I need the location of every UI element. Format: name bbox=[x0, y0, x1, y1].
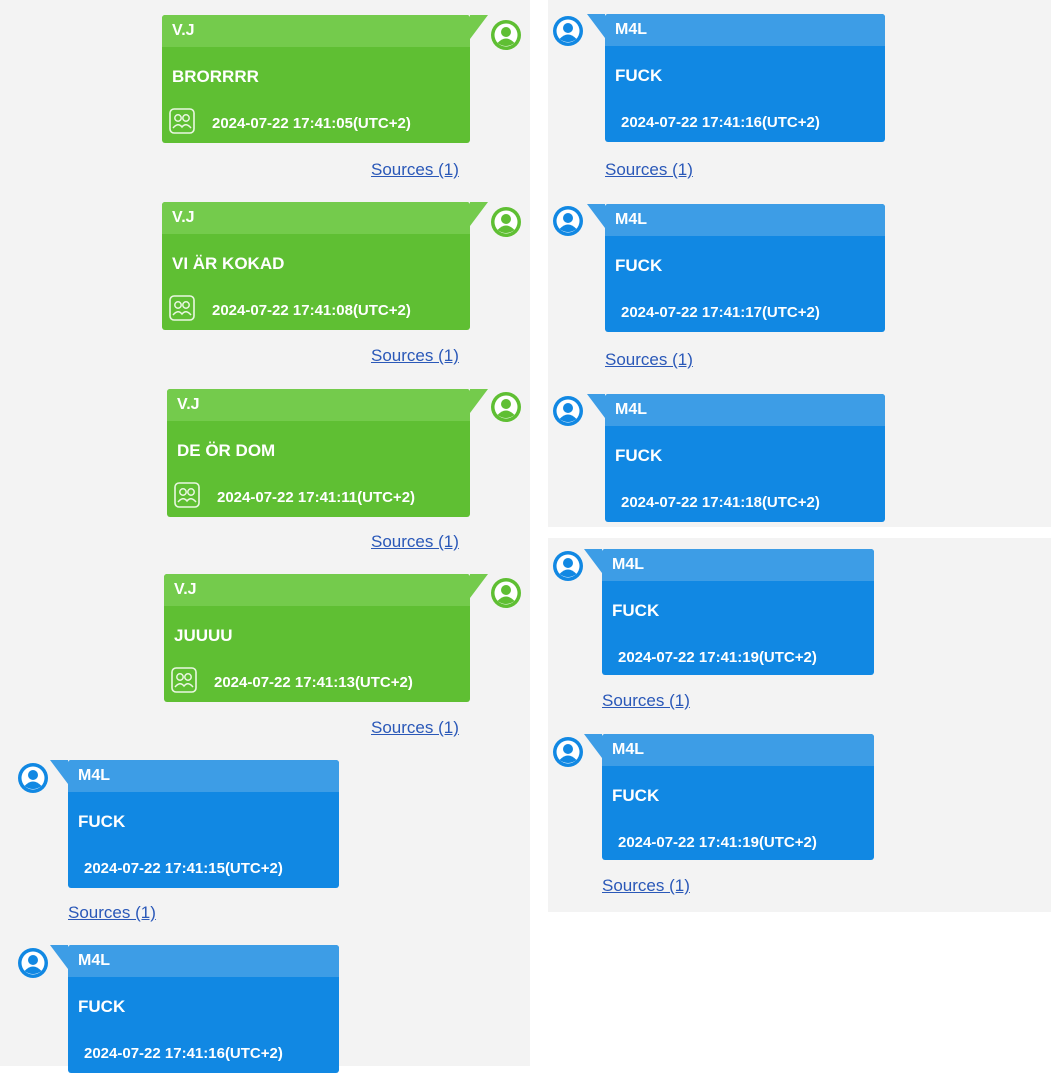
sources-link[interactable]: Sources (1) bbox=[371, 346, 459, 366]
message-timestamp: 2024-07-22 17:41:05(UTC+2) bbox=[212, 115, 411, 132]
user-avatar-icon bbox=[489, 576, 523, 610]
message-bubble-incoming: M4L FUCK 2024-07-22 17:41:16(UTC+2) bbox=[587, 14, 885, 142]
message-bubble-incoming: M4L FUCK 2024-07-22 17:41:15(UTC+2) bbox=[50, 760, 339, 888]
message-timestamp: 2024-07-22 17:41:17(UTC+2) bbox=[621, 304, 820, 321]
message-bubble-outgoing: V.J VI ÄR KOKAD 2024-07-22 17:41:08(UTC+… bbox=[162, 202, 488, 330]
sources-link[interactable]: Sources (1) bbox=[371, 532, 459, 552]
message-bubble-incoming: M4L FUCK 2024-07-22 17:41:16(UTC+2) bbox=[50, 945, 339, 1073]
message-text: FUCK bbox=[615, 256, 663, 275]
message-sender: M4L bbox=[602, 549, 874, 581]
message-bubble-incoming: M4L FUCK 2024-07-22 17:41:19(UTC+2) bbox=[584, 549, 874, 675]
user-avatar-icon bbox=[551, 204, 585, 238]
message-bubble-outgoing: V.J JUUUU 2024-07-22 17:41:13(UTC+2) bbox=[164, 574, 488, 702]
user-avatar-icon bbox=[551, 549, 585, 583]
group-icon bbox=[174, 482, 200, 508]
message-sender: V.J bbox=[167, 389, 470, 421]
message-bubble-outgoing: V.J DE ÖR DOM 2024-07-22 17:41:11(UTC+2) bbox=[167, 389, 488, 517]
message-text: FUCK bbox=[615, 446, 663, 465]
message-timestamp: 2024-07-22 17:41:19(UTC+2) bbox=[618, 649, 817, 666]
bubble-tail bbox=[584, 549, 602, 573]
bubble-tail bbox=[50, 945, 68, 969]
sources-link[interactable]: Sources (1) bbox=[602, 691, 690, 711]
message-text: FUCK bbox=[612, 601, 660, 620]
message-sender: M4L bbox=[68, 945, 339, 977]
bubble-tail bbox=[470, 15, 488, 39]
user-avatar-icon bbox=[16, 761, 50, 795]
bubble-tail bbox=[470, 202, 488, 226]
message-timestamp: 2024-07-22 17:41:13(UTC+2) bbox=[214, 674, 413, 691]
message-timestamp: 2024-07-22 17:41:16(UTC+2) bbox=[84, 1045, 283, 1062]
user-avatar-icon bbox=[551, 735, 585, 769]
bubble-tail bbox=[50, 760, 68, 784]
bubble-tail bbox=[587, 204, 605, 228]
message-bubble-outgoing: V.J BRORRRR 2024-07-22 17:41:05(UTC+2) bbox=[162, 15, 488, 143]
message-sender: V.J bbox=[164, 574, 470, 606]
user-avatar-icon bbox=[489, 205, 523, 239]
message-sender: V.J bbox=[162, 15, 470, 47]
message-timestamp: 2024-07-22 17:41:16(UTC+2) bbox=[621, 114, 820, 131]
sources-link[interactable]: Sources (1) bbox=[602, 876, 690, 896]
message-sender: M4L bbox=[605, 14, 885, 46]
message-bubble-incoming: M4L FUCK 2024-07-22 17:41:18(UTC+2) bbox=[587, 394, 885, 522]
user-avatar-icon bbox=[489, 390, 523, 424]
message-text: BRORRRR bbox=[172, 67, 259, 86]
message-sender: M4L bbox=[605, 204, 885, 236]
message-timestamp: 2024-07-22 17:41:19(UTC+2) bbox=[618, 834, 817, 851]
sources-link[interactable]: Sources (1) bbox=[371, 160, 459, 180]
message-sender: M4L bbox=[68, 760, 339, 792]
conversation-panel-right-bottom: M4L FUCK 2024-07-22 17:41:19(UTC+2) Sour… bbox=[548, 538, 1051, 912]
message-text: FUCK bbox=[78, 812, 126, 831]
sources-link[interactable]: Sources (1) bbox=[371, 718, 459, 738]
conversation-panel-left: V.J BRORRRR 2024-07-22 17:41:05(UTC+2) S… bbox=[0, 0, 530, 1073]
bubble-tail bbox=[584, 734, 602, 758]
message-sender: M4L bbox=[605, 394, 885, 426]
message-text: FUCK bbox=[615, 66, 663, 85]
bubble-tail bbox=[470, 389, 488, 413]
group-icon bbox=[171, 667, 197, 693]
message-text: FUCK bbox=[612, 786, 660, 805]
sources-link[interactable]: Sources (1) bbox=[68, 903, 156, 923]
message-timestamp: 2024-07-22 17:41:15(UTC+2) bbox=[84, 860, 283, 877]
user-avatar-icon bbox=[489, 18, 523, 52]
user-avatar-icon bbox=[551, 14, 585, 48]
message-timestamp: 2024-07-22 17:41:18(UTC+2) bbox=[621, 494, 820, 511]
sources-link[interactable]: Sources (1) bbox=[605, 350, 693, 370]
message-sender: M4L bbox=[602, 734, 874, 766]
group-icon bbox=[169, 295, 195, 321]
message-text: FUCK bbox=[78, 997, 126, 1016]
message-sender: V.J bbox=[162, 202, 470, 234]
message-text: JUUUU bbox=[174, 626, 233, 645]
message-text: DE ÖR DOM bbox=[177, 441, 276, 460]
bubble-tail bbox=[587, 394, 605, 418]
message-timestamp: 2024-07-22 17:41:08(UTC+2) bbox=[212, 302, 411, 319]
conversation-panel-right-top: M4L FUCK 2024-07-22 17:41:16(UTC+2) Sour… bbox=[548, 0, 1051, 527]
message-timestamp: 2024-07-22 17:41:11(UTC+2) bbox=[217, 489, 416, 506]
user-avatar-icon bbox=[16, 946, 50, 980]
group-icon bbox=[169, 108, 195, 134]
message-bubble-incoming: M4L FUCK 2024-07-22 17:41:17(UTC+2) bbox=[587, 204, 885, 332]
bubble-tail bbox=[470, 574, 488, 598]
message-text: VI ÄR KOKAD bbox=[172, 254, 285, 273]
sources-link[interactable]: Sources (1) bbox=[605, 160, 693, 180]
user-avatar-icon bbox=[551, 394, 585, 428]
message-bubble-incoming: M4L FUCK 2024-07-22 17:41:19(UTC+2) bbox=[584, 734, 874, 860]
bubble-tail bbox=[587, 14, 605, 38]
